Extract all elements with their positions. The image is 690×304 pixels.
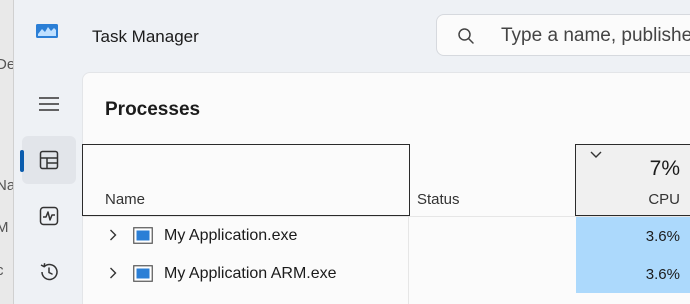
expand-chevron-right-icon[interactable] — [109, 229, 117, 241]
cpu-cell: 3.6% — [576, 255, 690, 293]
cpu-value: 3.6% — [645, 266, 680, 283]
task-manager-window: Task Manager Type a name, publisher, or … — [14, 0, 690, 304]
column-name-label: Name — [105, 191, 146, 208]
sort-chevron-down-icon — [590, 151, 602, 158]
task-manager-app-icon — [36, 24, 58, 38]
active-nav-indicator — [20, 150, 24, 172]
expand-chevron-right-icon[interactable] — [109, 267, 117, 279]
background-text: c — [0, 262, 4, 279]
cpu-value: 3.6% — [645, 228, 680, 245]
search-box[interactable] — [436, 14, 690, 56]
background-text: M — [0, 219, 9, 236]
column-header-name[interactable]: Name — [82, 144, 410, 216]
performance-icon — [39, 206, 59, 226]
hamburger-menu-icon — [39, 97, 59, 111]
search-input[interactable] — [501, 23, 690, 49]
processes-panel: Processes Name Status 7% CPU My Applicat… — [82, 72, 690, 304]
page-title: Processes — [105, 99, 201, 120]
window-title: Task Manager — [92, 27, 199, 46]
column-header-status[interactable]: Status — [417, 191, 460, 208]
cpu-total-percent: 7% — [649, 157, 680, 180]
background-text: Na — [0, 177, 13, 194]
background-text: De — [0, 56, 13, 73]
cpu-cell: 3.6% — [576, 217, 690, 255]
column-header-cpu[interactable]: 7% CPU — [575, 144, 690, 216]
nav-menu-button[interactable] — [22, 80, 76, 128]
search-icon — [458, 28, 474, 44]
nav-item-performance[interactable] — [22, 192, 76, 240]
table-row[interactable]: My Application ARM.exe 3.6% — [83, 255, 690, 293]
table-row[interactable]: My Application.exe 3.6% — [83, 217, 690, 255]
process-name: My Application ARM.exe — [164, 265, 337, 282]
nav-item-app-history[interactable] — [22, 248, 76, 296]
app-history-icon — [40, 263, 58, 281]
nav-item-processes[interactable] — [22, 136, 76, 184]
background-window: De Na M c — [0, 0, 14, 304]
processes-icon — [39, 150, 59, 170]
process-name: My Application.exe — [164, 227, 298, 244]
cpu-column-label: CPU — [648, 191, 680, 208]
application-window-icon — [133, 227, 153, 244]
application-window-icon — [133, 265, 153, 282]
